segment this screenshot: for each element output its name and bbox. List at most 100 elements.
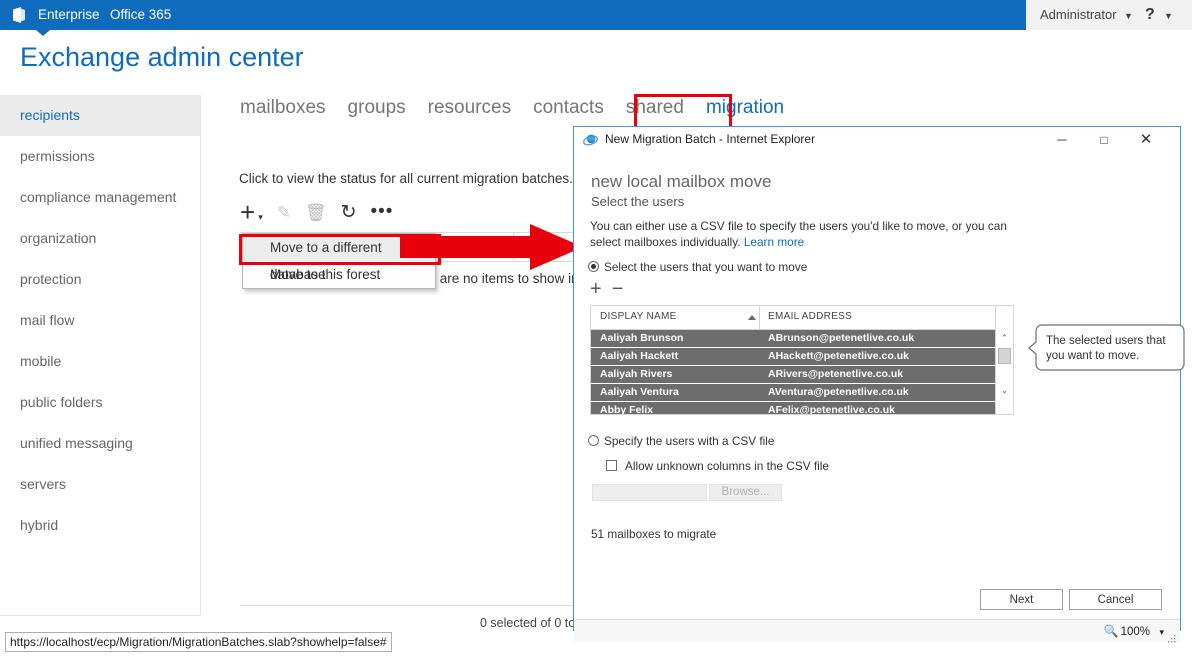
table-row[interactable]: Abby Felix AFelix@petenetlive.co.uk: [591, 402, 1013, 415]
internet-explorer-icon: [582, 132, 599, 147]
user-list-header: DISPLAY NAME EMAIL ADDRESS: [591, 306, 1013, 330]
tab-resources[interactable]: resources: [428, 97, 511, 119]
dialog-title: New Migration Batch - Internet Explorer: [605, 132, 816, 146]
radio-selected-icon: [588, 261, 599, 272]
checkbox-allow-unknown-columns[interactable]: Allow unknown columns in the CSV file: [606, 459, 829, 473]
maximize-button[interactable]: □: [1083, 127, 1125, 153]
administrator-menu[interactable]: Administrator: [1040, 0, 1117, 30]
suite-link-enterprise[interactable]: Enterprise: [38, 0, 100, 30]
zoom-level-label: 100%: [1120, 626, 1150, 638]
sidebar-item-compliance-management[interactable]: compliance management: [0, 177, 200, 218]
office-logo-icon[interactable]: [10, 6, 28, 24]
refresh-icon[interactable]: ↻: [341, 201, 357, 224]
chevron-down-icon[interactable]: ▼: [1124, 1, 1133, 31]
cancel-button[interactable]: Cancel: [1069, 589, 1162, 610]
main-toolbar: + ▾ ✎ 🗑 ↻ •••: [240, 199, 407, 228]
radio-select-users[interactable]: Select the users that you want to move: [588, 260, 807, 274]
sidebar-item-mobile[interactable]: mobile: [0, 341, 200, 382]
cell-email-address: AHackett@petenetlive.co.uk: [768, 350, 909, 362]
page-title: Exchange admin center: [20, 42, 304, 72]
list-toolbar: + −: [590, 278, 624, 300]
sidebar-item-protection[interactable]: protection: [0, 259, 200, 300]
csv-file-path-field: [592, 484, 707, 501]
cell-email-address: ABrunson@petenetlive.co.uk: [768, 332, 915, 344]
close-button[interactable]: ✕: [1125, 127, 1167, 153]
grid-empty-message: re are no items to show in: [424, 271, 579, 286]
column-header-display-name[interactable]: DISPLAY NAME: [600, 311, 677, 322]
remove-user-icon[interactable]: −: [612, 278, 624, 300]
table-row[interactable]: Aaliyah Ventura AVentura@petenetlive.co.…: [591, 384, 1013, 402]
table-row[interactable]: Aaliyah Brunson ABrunson@petenetlive.co.…: [591, 330, 1013, 348]
menu-item-move-to-this-forest[interactable]: Move to this forest: [243, 261, 435, 288]
table-row[interactable]: Aaliyah Rivers ARivers@petenetlive.co.uk: [591, 366, 1013, 384]
migration-hint-text: Click to view the status for all current…: [239, 171, 573, 186]
checkbox-allow-unknown-label: Allow unknown columns in the CSV file: [625, 459, 829, 473]
user-list: DISPLAY NAME EMAIL ADDRESS Aaliyah Bruns…: [590, 305, 1014, 415]
help-icon[interactable]: ?: [1145, 0, 1155, 30]
browse-button: Browse...: [709, 484, 782, 501]
chevron-down-icon-zoom[interactable]: ▾: [1159, 623, 1164, 642]
add-user-icon[interactable]: +: [590, 278, 602, 300]
column-header-email-address[interactable]: EMAIL ADDRESS: [768, 311, 852, 322]
tab-groups[interactable]: groups: [348, 97, 406, 119]
table-row[interactable]: Aaliyah Hackett AHackett@petenetlive.co.…: [591, 348, 1013, 366]
next-button[interactable]: Next: [980, 589, 1063, 610]
dialog-subheading: Select the users: [591, 194, 685, 209]
sidebar-item-permissions[interactable]: permissions: [0, 136, 200, 177]
cell-display-name: Aaliyah Rivers: [600, 368, 673, 380]
learn-more-link[interactable]: Learn more: [744, 235, 804, 249]
radio-select-users-label: Select the users that you want to move: [604, 260, 808, 274]
csv-file-picker: Browse...: [592, 484, 782, 501]
radio-unselected-icon: [588, 435, 599, 446]
user-list-scrollbar[interactable]: ⌃ ⌄: [995, 329, 1013, 414]
sidebar-item-public-folders[interactable]: public folders: [0, 382, 200, 423]
sidebar-item-unified-messaging[interactable]: unified messaging: [0, 423, 200, 464]
radio-specify-csv[interactable]: Specify the users with a CSV file: [588, 434, 774, 448]
scroll-up-icon[interactable]: ⌃: [996, 331, 1013, 346]
sidebar-divider: [0, 615, 200, 616]
add-icon[interactable]: +: [240, 199, 255, 225]
tab-mailboxes[interactable]: mailboxes: [240, 97, 326, 119]
zoom-level-indicator[interactable]: 🔍 100%: [1104, 622, 1150, 642]
checkbox-icon: [606, 460, 617, 471]
tab-contacts[interactable]: contacts: [533, 97, 604, 119]
sidebar-item-hybrid[interactable]: hybrid: [0, 505, 200, 546]
column-divider-1: [759, 306, 760, 329]
delete-icon: 🗑: [304, 203, 327, 222]
cell-display-name: Abby Felix: [600, 404, 654, 415]
cell-display-name: Aaliyah Brunson: [600, 332, 684, 344]
cell-display-name: Aaliyah Hackett: [600, 350, 679, 362]
browser-status-url: https://localhost/ecp/Migration/Migratio…: [5, 632, 392, 652]
sidebar-item-servers[interactable]: servers: [0, 464, 200, 505]
sort-ascending-icon: [748, 315, 756, 320]
mailbox-count-text: 51 mailboxes to migrate: [591, 527, 717, 541]
zoom-magnifier-icon: 🔍: [1103, 624, 1119, 638]
cell-display-name: Aaliyah Ventura: [600, 386, 679, 398]
sidebar-item-recipients[interactable]: recipients: [0, 95, 200, 136]
dialog-heading: new local mailbox move: [591, 172, 772, 191]
minimize-button[interactable]: ─: [1041, 127, 1083, 153]
grid-footer-divider: [240, 605, 585, 606]
chevron-down-icon-add[interactable]: ▾: [258, 212, 263, 223]
cell-email-address: ARivers@petenetlive.co.uk: [768, 368, 904, 380]
migration-hint: Click to view the status for all current…: [239, 171, 615, 186]
column-divider-2: [995, 306, 996, 329]
sidebar-item-mail-flow[interactable]: mail flow: [0, 300, 200, 341]
cell-email-address: AFelix@petenetlive.co.uk: [768, 404, 895, 415]
resize-grip-icon[interactable]: [1168, 630, 1176, 643]
tooltip-text: The selected users that you want to move…: [1046, 335, 1166, 362]
dialog-status-bar: [574, 620, 1180, 642]
edit-icon: ✎: [276, 203, 291, 222]
more-icon[interactable]: •••: [370, 201, 393, 223]
scroll-down-icon[interactable]: ⌄: [996, 383, 1013, 398]
new-migration-batch-dialog: New Migration Batch - Internet Explorer …: [573, 126, 1181, 643]
radio-specify-csv-label: Specify the users with a CSV file: [604, 434, 775, 448]
scrollbar-thumb[interactable]: [998, 348, 1011, 364]
suite-bar-notch: [36, 30, 50, 36]
cell-email-address: AVentura@petenetlive.co.uk: [768, 386, 909, 398]
dialog-description: You can either use a CSV file to specify…: [590, 219, 1018, 250]
sidebar-item-organization[interactable]: organization: [0, 218, 200, 259]
annotation-arrow-shaft: [400, 236, 536, 258]
suite-link-office365[interactable]: Office 365: [110, 0, 171, 30]
chevron-down-icon-help[interactable]: ▼: [1164, 1, 1173, 31]
